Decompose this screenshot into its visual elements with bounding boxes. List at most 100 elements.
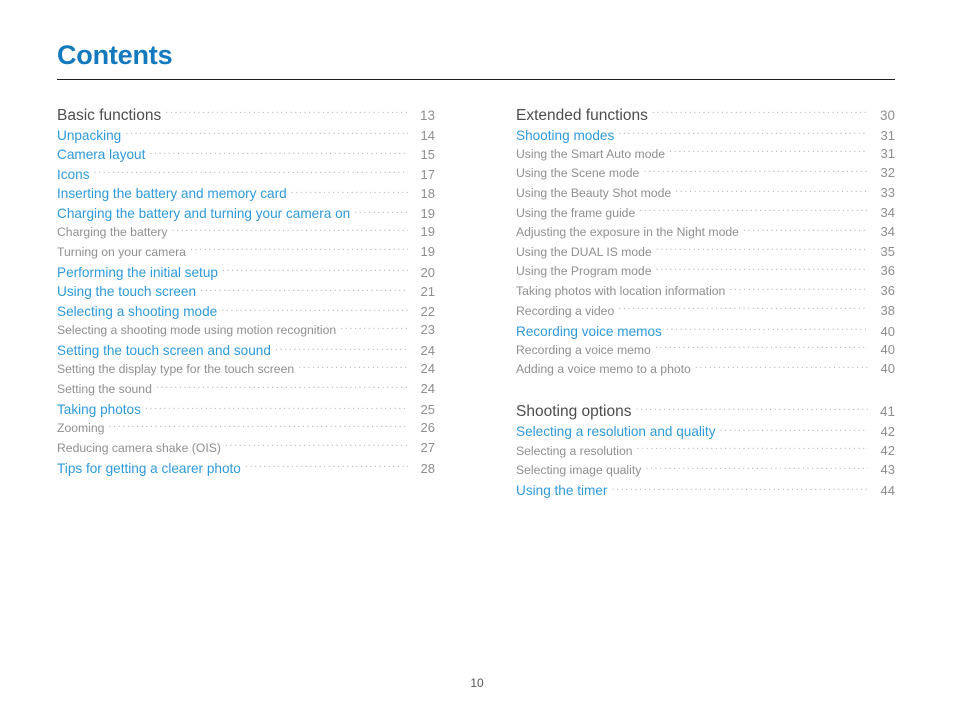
toc-entry-using-the-program-mode[interactable]: Using the Program mode 36 — [516, 263, 895, 283]
toc-dot-leader — [354, 204, 408, 218]
toc-entry-label: Shooting modes — [516, 127, 615, 143]
toc-entry-setting-the-display-type-for-the-touch-screen[interactable]: Setting the display type for the touch s… — [57, 361, 435, 381]
toc-entry-label: Selecting a shooting mode using motion r… — [57, 323, 337, 338]
toc-entry-using-the-touch-screen[interactable]: Using the touch screen 21 — [57, 283, 435, 303]
toc-entry-unpacking[interactable]: Unpacking 14 — [57, 126, 435, 146]
toc-dot-leader — [675, 185, 868, 197]
toc-entry-label: Turning on your camera — [57, 244, 186, 259]
toc-entry-page-number: 41 — [879, 404, 895, 420]
toc-entry-page-number: 38 — [880, 302, 895, 318]
toc-entry-taking-photos[interactable]: Taking photos 25 — [57, 400, 435, 420]
toc-dot-leader — [635, 401, 868, 417]
toc-dot-leader — [125, 126, 408, 140]
toc-entry-page-number: 36 — [880, 263, 895, 279]
toc-entry-selecting-a-resolution[interactable]: Selecting a resolution 42 — [516, 442, 895, 462]
toc-entry-page-number: 31 — [880, 127, 895, 143]
toc-column-left: Basic functions 13 Unpacking 14 Camera layou… — [57, 104, 435, 479]
toc-entry-page-number: 31 — [880, 145, 895, 161]
toc-entry-label: Selecting a shooting mode — [57, 303, 218, 319]
toc-dot-leader — [340, 322, 408, 334]
toc-entry-selecting-a-shooting-mode[interactable]: Selecting a shooting mode 22 — [57, 302, 435, 322]
toc-entry-reducing-camera-shake-ois[interactable]: Reducing camera shake (OIS) 27 — [57, 440, 435, 460]
toc-entry-page-number: 30 — [879, 107, 895, 123]
toc-entry-label: Icons — [57, 166, 90, 182]
toc-entry-turning-on-your-camera[interactable]: Turning on your camera 19 — [57, 244, 435, 264]
toc-entry-inserting-the-battery-and-memory-card[interactable]: Inserting the battery and memory card 18 — [57, 185, 435, 205]
toc-entry-selecting-a-resolution-and-quality[interactable]: Selecting a resolution and quality 42 — [516, 423, 895, 443]
toc-entry-page-number: 34 — [880, 204, 895, 220]
toc-entry-label: Using the Program mode — [516, 264, 652, 279]
toc-entry-zooming[interactable]: Zooming 26 — [57, 420, 435, 440]
toc-dot-leader — [645, 462, 868, 474]
toc-entry-setting-the-touch-screen-and-sound[interactable]: Setting the touch screen and sound 24 — [57, 342, 435, 362]
toc-entry-selecting-a-shooting-mode-using-motion-recogniti[interactable]: Selecting a shooting mode using motion r… — [57, 322, 435, 342]
toc-entry-icons[interactable]: Icons 17 — [57, 165, 435, 185]
toc-entry-adding-a-voice-memo-to-a-photo[interactable]: Adding a voice memo to a photo 40 — [516, 361, 895, 381]
toc-entry-recording-a-voice-memo[interactable]: Recording a voice memo 40 — [516, 342, 895, 362]
toc-dot-leader — [643, 165, 868, 177]
toc-entry-using-the-dual-is-mode[interactable]: Using the DUAL IS mode 35 — [516, 244, 895, 264]
toc-dot-leader — [94, 165, 409, 179]
toc-dot-leader — [200, 283, 408, 297]
toc-entry-selecting-image-quality[interactable]: Selecting image quality 43 — [516, 462, 895, 482]
toc-entry-using-the-scene-mode[interactable]: Using the Scene mode 32 — [516, 165, 895, 185]
title-divider — [57, 79, 895, 80]
toc-entry-label: Adjusting the exposure in the Night mode — [516, 225, 739, 240]
toc-entry-label: Reducing camera shake (OIS) — [57, 440, 221, 455]
toc-entry-page-number: 18 — [420, 186, 435, 202]
toc-dot-leader — [156, 381, 408, 393]
toc-section-shooting-options[interactable]: Shooting options 41 — [516, 401, 895, 423]
toc-entry-charging-the-battery-and-turning-your-camera-on[interactable]: Charging the battery and turning your ca… — [57, 204, 435, 224]
toc-entry-taking-photos-with-location-information[interactable]: Taking photos with location information 3… — [516, 283, 895, 303]
toc-entry-label: Recording a video — [516, 303, 615, 318]
toc-entry-label: Extended functions — [516, 106, 648, 124]
toc-dot-leader — [666, 322, 868, 336]
toc-entry-using-the-frame-guide[interactable]: Using the frame guide 34 — [516, 204, 895, 224]
toc-entry-using-the-smart-auto-mode[interactable]: Using the Smart Auto mode 31 — [516, 146, 895, 166]
toc-entry-label: Using the DUAL IS mode — [516, 244, 652, 259]
toc-dot-leader — [245, 459, 408, 473]
toc-dot-leader — [291, 185, 408, 199]
toc-entry-label: Zooming — [57, 421, 105, 436]
toc-entry-setting-the-sound[interactable]: Setting the sound 24 — [57, 381, 435, 401]
toc-entry-camera-layout[interactable]: Camera layout 15 — [57, 146, 435, 166]
toc-entry-label: Tips for getting a clearer photo — [57, 460, 241, 476]
toc-group-gap — [516, 381, 895, 401]
toc-entry-label: Taking photos with location information — [516, 283, 726, 298]
toc-entry-page-number: 13 — [419, 107, 435, 123]
toc-entry-label: Charging the battery — [57, 225, 168, 240]
toc-dot-leader — [618, 302, 868, 314]
toc-entry-page-number: 24 — [420, 380, 435, 396]
page-number: 10 — [470, 676, 484, 690]
toc-entry-using-the-beauty-shot-mode[interactable]: Using the Beauty Shot mode 33 — [516, 185, 895, 205]
toc-entry-using-the-timer[interactable]: Using the timer 44 — [516, 482, 895, 502]
toc-dot-leader — [618, 126, 868, 140]
toc-dot-leader — [145, 400, 408, 414]
toc-section-extended-functions[interactable]: Extended functions 30 — [516, 104, 895, 126]
toc-dot-leader — [222, 263, 408, 277]
toc-dot-leader — [655, 342, 868, 354]
toc-entry-recording-voice-memos[interactable]: Recording voice memos 40 — [516, 322, 895, 342]
toc-dot-leader — [743, 224, 868, 236]
toc-dot-leader — [729, 283, 868, 295]
toc-dot-leader — [149, 146, 408, 160]
toc-dot-leader — [221, 302, 408, 316]
toc-section-basic-functions[interactable]: Basic functions 13 — [57, 104, 435, 126]
toc-entry-charging-the-battery[interactable]: Charging the battery 19 — [57, 224, 435, 244]
toc-entry-page-number: 22 — [420, 303, 435, 319]
toc-entry-performing-the-initial-setup[interactable]: Performing the initial setup 20 — [57, 263, 435, 283]
toc-dot-leader — [637, 442, 868, 454]
toc-dot-leader — [655, 263, 868, 275]
toc-entry-label: Basic functions — [57, 106, 162, 124]
toc-entry-page-number: 20 — [420, 264, 435, 280]
toc-entry-shooting-modes[interactable]: Shooting modes 31 — [516, 126, 895, 146]
toc-entry-page-number: 17 — [420, 166, 435, 182]
toc-entry-label: Using the Scene mode — [516, 166, 640, 181]
toc-entry-label: Setting the sound — [57, 381, 152, 396]
toc-entry-recording-a-video[interactable]: Recording a video 38 — [516, 302, 895, 322]
toc-entry-tips-for-getting-a-clearer-photo[interactable]: Tips for getting a clearer photo 28 — [57, 459, 435, 479]
toc-entry-adjusting-the-exposure-in-the-night-mode[interactable]: Adjusting the exposure in the Night mode… — [516, 224, 895, 244]
toc-dot-leader — [190, 244, 408, 256]
toc-entry-page-number: 35 — [880, 243, 895, 259]
toc-dot-leader — [171, 224, 408, 236]
